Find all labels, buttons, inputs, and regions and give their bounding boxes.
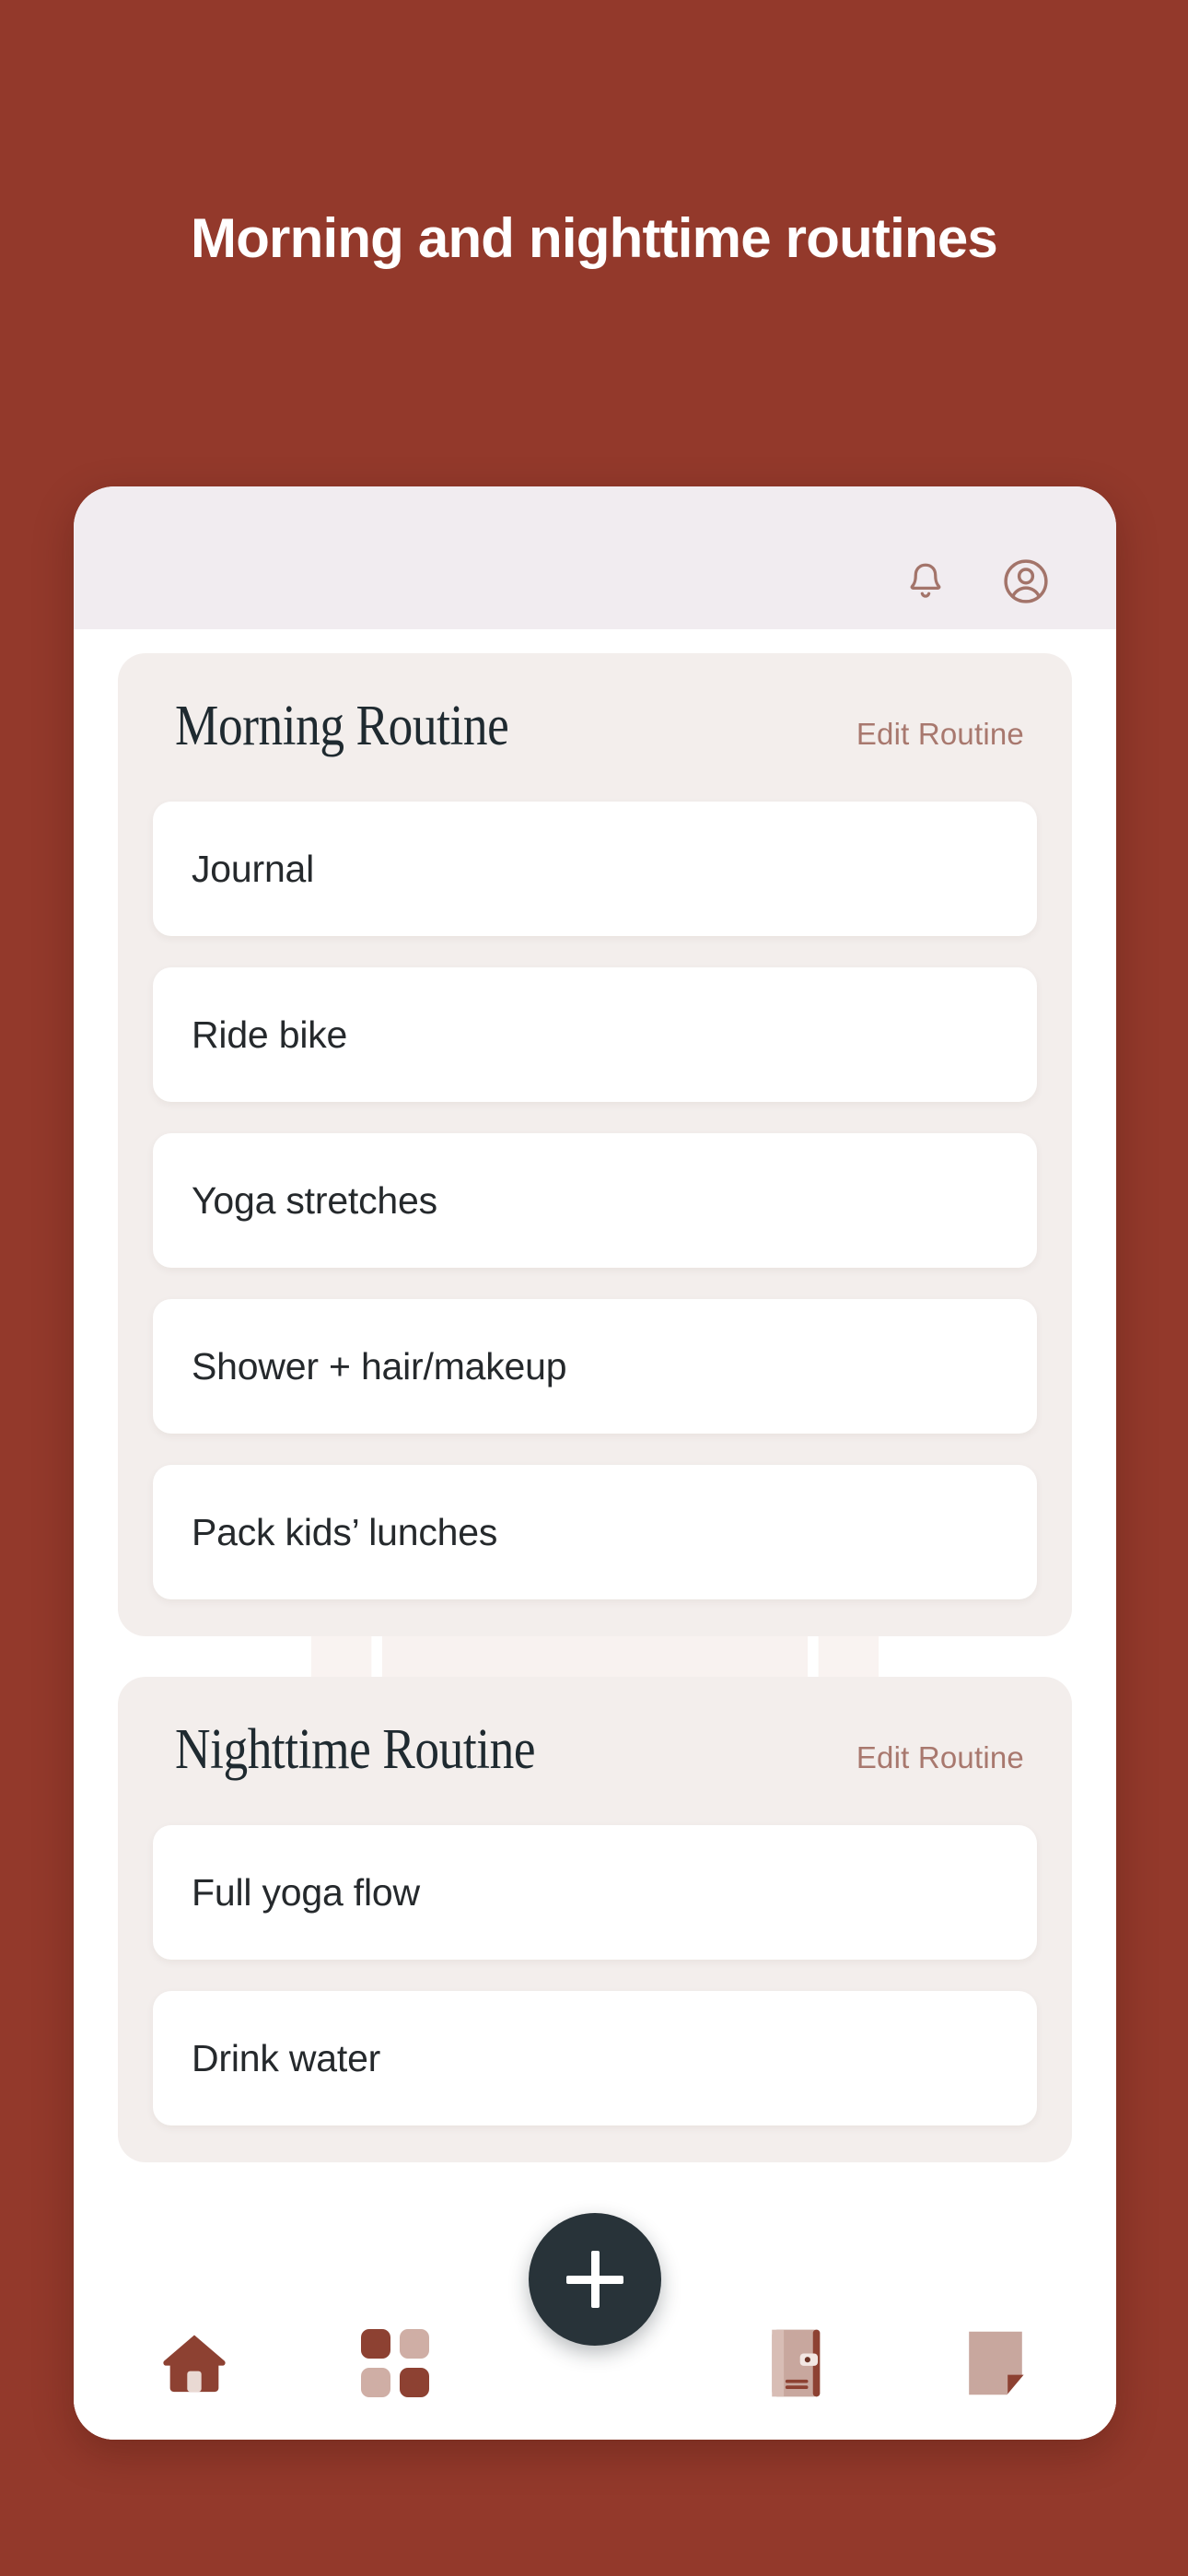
task-label: Shower + hair/makeup [192,1344,567,1388]
section-title: Morning Routine [175,695,509,757]
task-label: Full yoga flow [192,1870,420,1914]
routine-section-morning: Morning Routine Edit Routine Journal Rid… [118,653,1072,1636]
page-title: Morning and nighttime routines [191,207,998,269]
journal-icon [771,2329,820,2396]
task-card[interactable]: Ride bike [153,967,1037,1102]
bell-icon[interactable] [904,559,947,605]
app-bar [74,486,1116,629]
home-icon [163,2335,226,2392]
task-label: Yoga stretches [192,1178,437,1222]
task-label: Ride bike [192,1013,348,1056]
add-button[interactable] [529,2213,661,2346]
nav-item-home[interactable] [140,2329,249,2397]
screen-content: Morning Routine Edit Routine Journal Rid… [74,629,1116,2440]
user-circle-icon[interactable] [1002,557,1050,605]
edit-routine-link[interactable]: Edit Routine [856,1740,1024,1775]
nav-item-journal[interactable] [741,2325,850,2401]
task-card[interactable]: Pack kids’ lunches [153,1465,1037,1599]
phone-mockup: Morning Routine Edit Routine Journal Rid… [74,486,1116,2440]
nav-item-grid[interactable] [341,2328,449,2397]
nav-item-note[interactable] [941,2327,1050,2399]
edit-routine-link[interactable]: Edit Routine [856,717,1024,752]
note-page-icon [969,2331,1024,2395]
routine-section-nighttime: Nighttime Routine Edit Routine Full yoga… [118,1677,1072,2162]
plus-icon [590,2251,600,2308]
task-card[interactable]: Drink water [153,1991,1037,2125]
task-card[interactable]: Full yoga flow [153,1825,1037,1960]
task-card[interactable]: Shower + hair/makeup [153,1299,1037,1434]
task-label: Journal [192,847,315,890]
task-label: Drink water [192,2036,381,2079]
screenshot-root: Morning and nighttime routines Morning R… [0,0,1188,2576]
section-header: Morning Routine Edit Routine [153,694,1037,759]
grid-icon [360,2328,429,2397]
task-card[interactable]: Yoga stretches [153,1133,1037,1268]
task-label: Pack kids’ lunches [192,1510,498,1553]
task-card[interactable]: Journal [153,802,1037,936]
section-header: Nighttime Routine Edit Routine [153,1717,1037,1783]
section-title: Nighttime Routine [175,1718,536,1781]
